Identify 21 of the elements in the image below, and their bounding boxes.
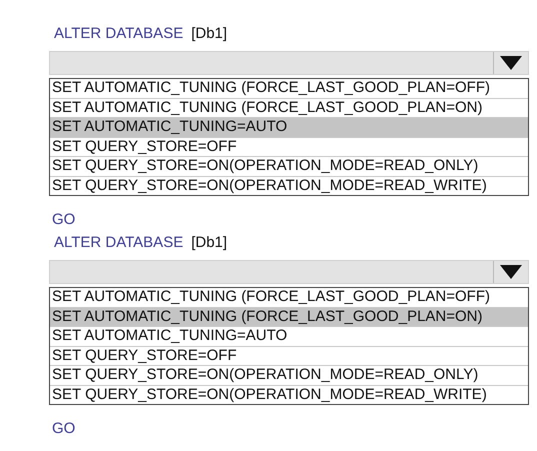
database-name: [Db1] bbox=[191, 233, 228, 252]
sql-keyword: ALTER DATABASE bbox=[54, 24, 184, 43]
option-item[interactable]: SET QUERY_STORE=ON(OPERATION_MODE=READ_WRITE) bbox=[50, 176, 528, 195]
dropdown-field[interactable] bbox=[49, 260, 529, 284]
sql-keyword: GO bbox=[51, 419, 76, 438]
option-item[interactable]: SET AUTOMATIC_TUNING=AUTO bbox=[50, 326, 528, 346]
option-item[interactable]: SET QUERY_STORE=ON(OPERATION_MODE=READ_ONLY) bbox=[50, 156, 528, 176]
dropdown-field[interactable] bbox=[49, 51, 529, 75]
option-item[interactable]: SET AUTOMATIC_TUNING (FORCE_LAST_GOOD_PLAN=ON) bbox=[50, 306, 528, 326]
option-item[interactable]: SET QUERY_STORE=ON(OPERATION_MODE=READ_WRITE) bbox=[50, 384, 528, 404]
option-item[interactable]: SET AUTOMATIC_TUNING (FORCE_LAST_GOOD_PLAN=OFF) bbox=[50, 288, 528, 306]
option-item[interactable]: SET AUTOMATIC_TUNING (FORCE_LAST_GOOD_PLAN=OFF) bbox=[50, 79, 528, 98]
sql-keyword: ALTER DATABASE bbox=[54, 233, 184, 252]
option-item[interactable]: SET QUERY_STORE=OFF bbox=[50, 346, 528, 365]
option-item[interactable]: SET QUERY_STORE=OFF bbox=[50, 136, 528, 156]
database-name: [Db1] bbox=[191, 24, 228, 43]
dropdown-arrow-icon[interactable] bbox=[500, 265, 522, 279]
option-item[interactable]: SET AUTOMATIC_TUNING=AUTO bbox=[50, 117, 528, 136]
sql-keyword: GO bbox=[51, 210, 76, 229]
dropdown-arrow-icon[interactable] bbox=[500, 56, 522, 70]
option-item[interactable]: SET QUERY_STORE=ON(OPERATION_MODE=READ_ONLY) bbox=[50, 365, 528, 384]
